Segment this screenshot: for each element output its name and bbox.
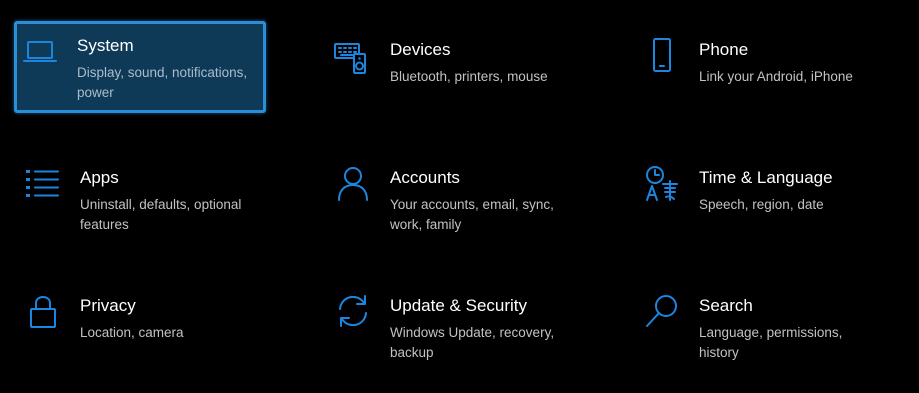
tile-description: Speech, region, date	[699, 197, 824, 212]
tile-title: Search	[699, 296, 753, 315]
tile-description: Location, camera	[80, 325, 184, 340]
tile-title: Apps	[80, 168, 119, 187]
refresh-icon	[334, 292, 372, 330]
tile-privacy[interactable]: Privacy Location, camera	[16, 280, 268, 372]
tile-title: Devices	[390, 40, 451, 59]
tile-title: Accounts	[390, 168, 460, 187]
lock-icon	[24, 292, 62, 330]
tile-description: Language, permissions, history	[699, 325, 843, 360]
settings-grid: System Display, sound, notifications, po…	[0, 0, 919, 393]
tile-title: Phone	[699, 40, 749, 59]
tile-system[interactable]: System Display, sound, notifications, po…	[14, 21, 266, 113]
time-language-icon	[643, 164, 681, 202]
phone-icon	[643, 36, 681, 74]
tile-devices[interactable]: Devices Bluetooth, printers, mouse	[326, 24, 578, 116]
tile-accounts[interactable]: Accounts Your accounts, email, sync, wor…	[326, 152, 578, 244]
tile-description: Uninstall, defaults, optional features	[80, 197, 242, 232]
tile-phone[interactable]: Phone Link your Android, iPhone	[635, 24, 887, 116]
tile-title: Privacy	[80, 296, 136, 315]
magnifier-icon	[643, 292, 681, 330]
apps-list-icon	[24, 164, 62, 202]
tile-apps[interactable]: Apps Uninstall, defaults, optional featu…	[16, 152, 268, 244]
tile-description: Display, sound, notifications, power	[77, 65, 248, 100]
person-icon	[334, 164, 372, 202]
tile-description: Windows Update, recovery, backup	[390, 325, 555, 360]
tile-title: Time & Language	[699, 168, 833, 187]
tile-description: Link your Android, iPhone	[699, 69, 853, 84]
tile-description: Your accounts, email, sync, work, family	[390, 197, 554, 232]
tile-title: Update & Security	[390, 296, 528, 315]
laptop-icon	[21, 32, 59, 70]
tile-update-security[interactable]: Update & Security Windows Update, recove…	[326, 280, 578, 372]
keyboard-speaker-icon	[334, 36, 372, 74]
tile-description: Bluetooth, printers, mouse	[390, 69, 548, 84]
tile-search[interactable]: Search Language, permissions, history	[635, 280, 887, 372]
tile-time-language[interactable]: Time & Language Speech, region, date	[635, 152, 887, 244]
tile-title: System	[77, 36, 134, 55]
